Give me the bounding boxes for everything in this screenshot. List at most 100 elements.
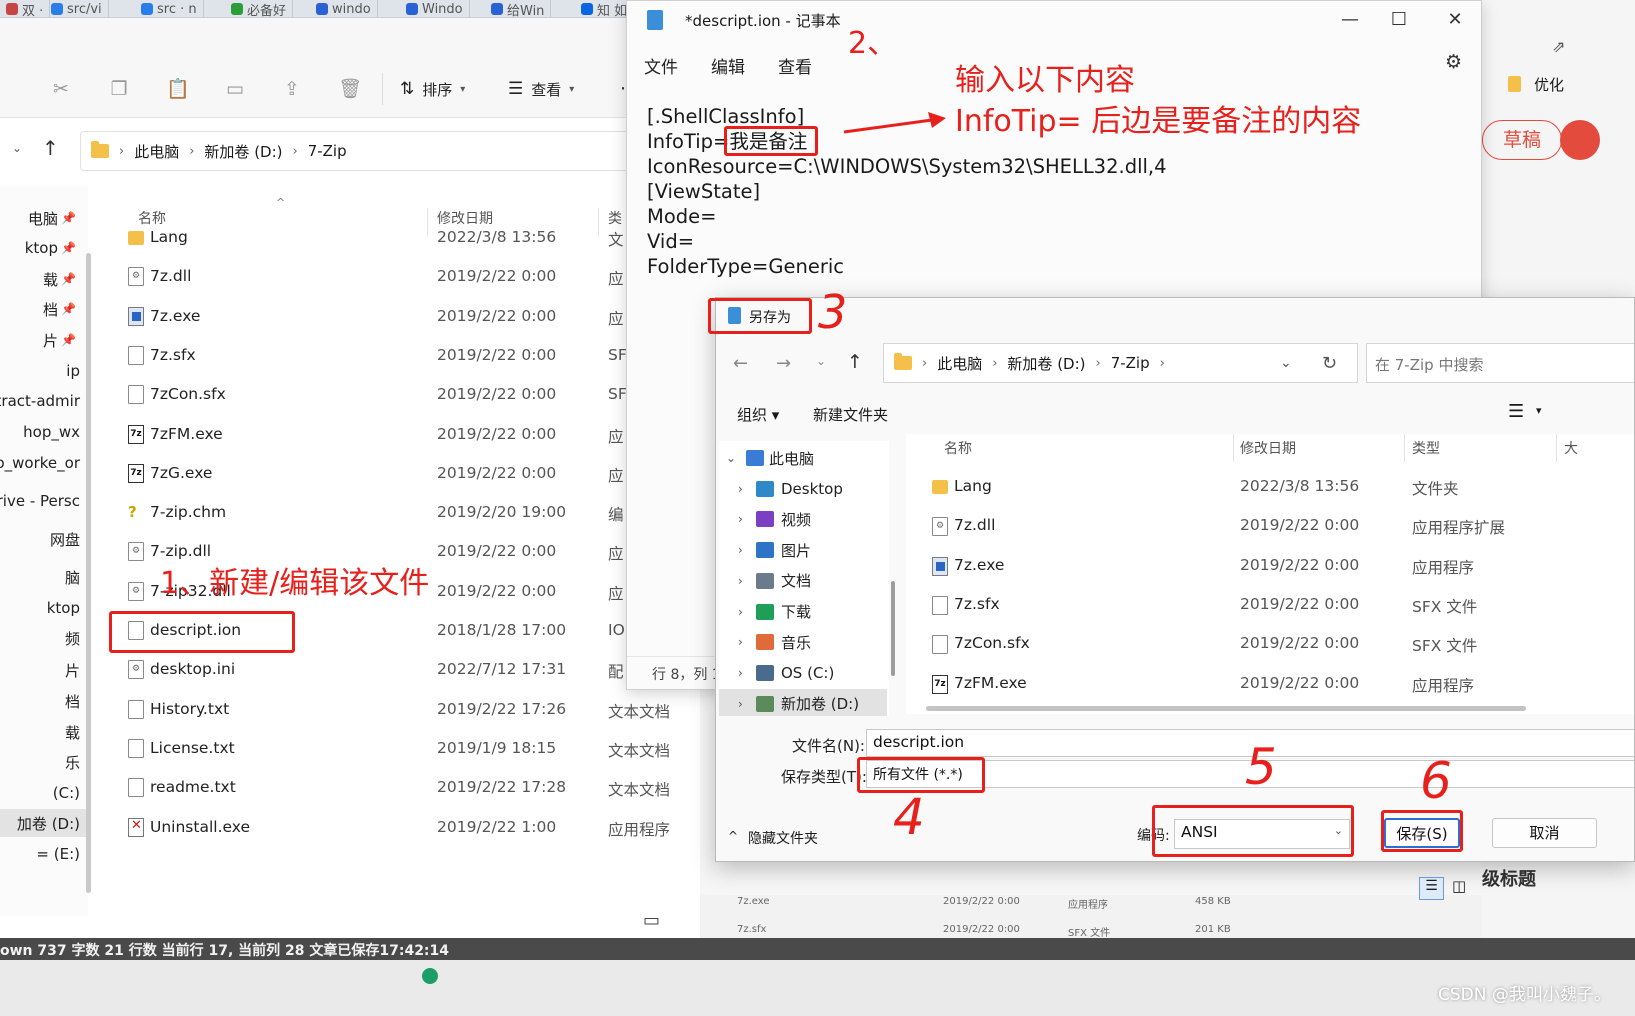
- new-folder-button[interactable]: 新建文件夹: [813, 404, 888, 425]
- nav-item[interactable]: 网盘: [0, 525, 88, 553]
- file-row[interactable]: History.txt 2019/2/22 17:26 文本文档: [100, 690, 700, 729]
- chevron-right-icon[interactable]: ›: [738, 574, 743, 588]
- chevron-down-icon[interactable]: ▾: [1536, 404, 1542, 417]
- optimize-tab[interactable]: 优化: [1534, 74, 1564, 95]
- tree-item[interactable]: › OS (C:): [719, 658, 887, 688]
- browser-tab[interactable]: src/vi: [45, 0, 109, 17]
- tree-item[interactable]: › 图片: [719, 535, 887, 565]
- copy-icon[interactable]: ❐: [108, 78, 130, 100]
- dialog-address-bar[interactable]: › 此电脑 › 新加卷 (D:) › 7-Zip › ⌄ ↻: [883, 343, 1358, 383]
- minimize-icon[interactable]: —: [1338, 9, 1362, 30]
- up-arrow-icon[interactable]: ↑: [847, 351, 863, 373]
- nav-item[interactable]: (C:): [0, 779, 88, 807]
- tree-scrollbar[interactable]: [891, 581, 895, 676]
- file-row[interactable]: License.txt 2019/1/9 18:15 文本文档: [100, 729, 700, 768]
- file-row[interactable]: ? 7-zip.chm 2019/2/20 19:00 编: [100, 493, 700, 532]
- address-dropdown-icon[interactable]: ⌄: [1280, 355, 1292, 371]
- tree-item[interactable]: ⌄ 此电脑: [719, 443, 887, 473]
- file-row[interactable]: 7z 7zFM.exe 2019/2/22 0:00 应: [100, 415, 700, 454]
- draft-button[interactable]: 草稿: [1482, 120, 1562, 160]
- nav-item[interactable]: 乐: [0, 748, 88, 776]
- nav-item[interactable]: 片: [0, 656, 88, 684]
- chevron-down-icon[interactable]: ⌄: [726, 451, 736, 465]
- chevron-right-icon[interactable]: ›: [738, 543, 743, 557]
- share-icon[interactable]: ⇪: [281, 78, 303, 100]
- chevron-right-icon[interactable]: ›: [738, 635, 743, 649]
- nav-item[interactable]: 脑: [0, 563, 88, 591]
- file-row[interactable]: 7z 7zG.exe 2019/2/22 0:00 应: [100, 454, 700, 493]
- file-row[interactable]: Uninstall.exe 2019/2/22 1:00 应用程序: [100, 808, 700, 847]
- notepad-menu-item[interactable]: 文件: [644, 53, 678, 78]
- file-row[interactable]: 7z.sfx 2019/2/22 0:00 SF: [100, 336, 700, 375]
- view-button[interactable]: ☰ 查看 ▾: [508, 76, 574, 102]
- open-external-icon[interactable]: ⇗: [1552, 37, 1565, 56]
- file-row[interactable]: readme.txt 2019/2/22 17:28 文本文档: [100, 768, 700, 807]
- chevron-right-icon[interactable]: ›: [738, 482, 743, 496]
- sort-button[interactable]: ⇅ 排序 ▾: [400, 76, 465, 102]
- browser-tab[interactable]: windo: [310, 0, 378, 17]
- nav-item[interactable]: 电脑 📌: [0, 204, 88, 232]
- gear-icon[interactable]: ⚙: [1445, 51, 1462, 73]
- type-column-header[interactable]: 类型: [1412, 438, 1440, 458]
- browser-tab[interactable]: 给Win: [485, 0, 552, 17]
- recent-chevron-icon[interactable]: ⌄: [12, 141, 22, 155]
- up-arrow-icon[interactable]: ↑: [42, 136, 59, 160]
- nav-item[interactable]: 片 📌: [0, 326, 88, 354]
- chevron-right-icon[interactable]: ›: [738, 666, 743, 680]
- nav-item[interactable]: hop_wx: [0, 418, 88, 446]
- paste-icon[interactable]: 📋: [166, 78, 190, 100]
- nav-item[interactable]: 载 📌: [0, 265, 88, 293]
- chevron-right-icon[interactable]: ›: [738, 512, 743, 526]
- cancel-button[interactable]: 取消: [1492, 818, 1597, 848]
- rename-icon[interactable]: ▭: [224, 78, 246, 100]
- maximize-icon[interactable]: ☐: [1387, 9, 1411, 30]
- file-row[interactable]: ⚙ 7z.dll 2019/2/22 0:00 应: [100, 257, 700, 296]
- publish-button[interactable]: [1560, 120, 1600, 160]
- nav-item[interactable]: = (E:): [0, 840, 88, 868]
- close-icon[interactable]: ✕: [1443, 9, 1467, 30]
- file-row[interactable]: Lang 2022/3/8 13:56 文件夹: [906, 467, 1634, 506]
- nav-scrollbar[interactable]: [86, 253, 91, 893]
- nav-item[interactable]: 频: [0, 624, 88, 652]
- file-row[interactable]: 7zCon.sfx 2019/2/22 0:00 SFX 文件: [906, 624, 1634, 663]
- refresh-icon[interactable]: ↻: [1322, 353, 1337, 374]
- date-column-header[interactable]: 修改日期: [1240, 438, 1296, 458]
- size-column-header[interactable]: 大: [1564, 438, 1578, 458]
- back-arrow-icon[interactable]: ←: [733, 353, 748, 374]
- file-row[interactable]: ⚙ 7z.dll 2019/2/22 0:00 应用程序扩展: [906, 506, 1634, 545]
- tree-item[interactable]: › 文档: [719, 566, 887, 596]
- notepad-menu-item[interactable]: 编辑: [711, 53, 745, 78]
- dialog-search-input[interactable]: 在 7-Zip 中搜索: [1366, 343, 1634, 383]
- monitor-icon[interactable]: ▭: [643, 910, 660, 931]
- breadcrumb-item[interactable]: 此电脑: [937, 353, 982, 374]
- tree-item[interactable]: › Desktop: [719, 474, 887, 504]
- file-row[interactable]: 7z.exe 2019/2/22 0:00 应: [100, 297, 700, 336]
- breadcrumb-item[interactable]: 7-Zip: [308, 142, 347, 160]
- tree-item[interactable]: › 新加卷 (D:): [719, 688, 887, 716]
- nav-item[interactable]: 载: [0, 718, 88, 746]
- nav-item[interactable]: ktop: [0, 594, 88, 622]
- nav-item[interactable]: tract-admir: [0, 387, 88, 415]
- file-row[interactable]: 7z.exe 2019/2/22 0:00 应用程序: [906, 546, 1634, 585]
- chevron-right-icon[interactable]: ›: [738, 697, 743, 711]
- breadcrumb-item[interactable]: 新加卷 (D:): [1007, 353, 1085, 374]
- nav-item[interactable]: o_worke_or: [0, 449, 88, 477]
- nav-item[interactable]: 加卷 (D:): [0, 809, 88, 837]
- nav-item[interactable]: Drive - Persc: [0, 487, 88, 515]
- tree-item[interactable]: › 下载: [719, 597, 887, 627]
- breadcrumb-item[interactable]: 此电脑: [134, 141, 179, 162]
- browser-tab[interactable]: 必备好: [225, 0, 294, 17]
- file-row[interactable]: Lang 2022/3/8 13:56 文: [100, 218, 700, 257]
- view-options-icon[interactable]: ☰: [1508, 401, 1524, 422]
- tree-item[interactable]: › 音乐: [719, 627, 887, 657]
- file-row[interactable]: ⚙ desktop.ini 2022/7/12 17:31 配: [100, 650, 700, 689]
- browser-tab[interactable]: src · n: [135, 0, 204, 17]
- chevron-up-icon[interactable]: ^: [728, 829, 738, 843]
- nav-item[interactable]: 档: [0, 687, 88, 715]
- list-scrollbar[interactable]: [926, 706, 1526, 711]
- explorer-address-bar[interactable]: › 此电脑 › 新加卷 (D:) › 7-Zip: [80, 131, 660, 171]
- file-row[interactable]: 7zCon.sfx 2019/2/22 0:00 SF: [100, 375, 700, 414]
- name-column-header[interactable]: 名称: [944, 438, 972, 458]
- nav-item[interactable]: ip: [0, 357, 88, 385]
- cut-icon[interactable]: ✂: [50, 78, 72, 100]
